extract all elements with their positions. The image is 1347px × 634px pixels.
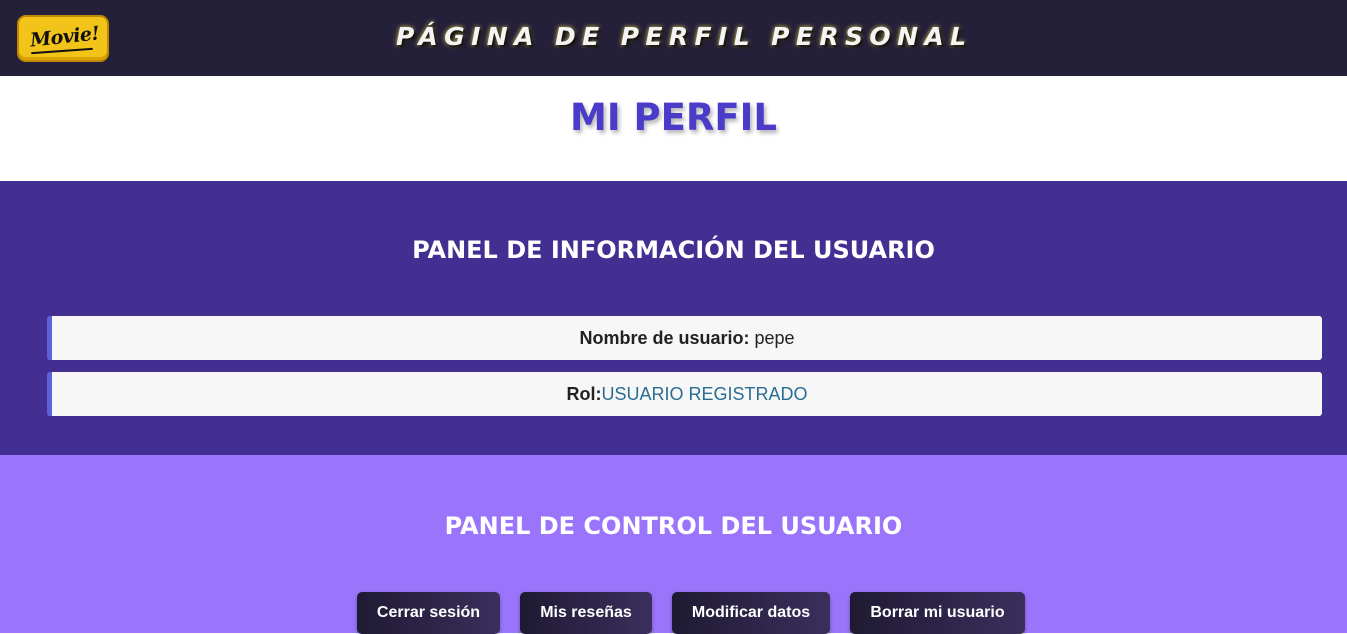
role-value: USUARIO REGISTRADO	[601, 384, 808, 404]
delete-user-button[interactable]: Borrar mi usuario	[850, 592, 1025, 634]
my-reviews-button[interactable]: Mis reseñas	[520, 592, 652, 634]
username-row: Nombre de usuario: pepe	[47, 316, 1322, 360]
role-row: Rol:USUARIO REGISTRADO	[47, 372, 1322, 416]
modify-data-button[interactable]: Modificar datos	[672, 592, 830, 634]
username-label: Nombre de usuario:	[579, 328, 750, 348]
user-info-panel: PANEL DE INFORMACIÓN DEL USUARIO Nombre …	[0, 181, 1347, 455]
header-title: PÁGINA DE PERFIL PERSONAL	[396, 22, 973, 51]
control-panel-title: PANEL DE CONTROL DEL USUARIO	[444, 512, 903, 540]
top-header: Movie! PÁGINA DE PERFIL PERSONAL	[0, 0, 1347, 76]
user-control-panel: PANEL DE CONTROL DEL USUARIO Cerrar sesi…	[0, 455, 1347, 634]
role-label: Rol:	[566, 384, 602, 404]
movie-logo[interactable]: Movie!	[17, 15, 109, 62]
page-title: MI PERFIL	[570, 96, 777, 139]
info-panel-title: PANEL DE INFORMACIÓN DEL USUARIO	[412, 236, 935, 264]
logout-button[interactable]: Cerrar sesión	[357, 592, 500, 634]
username-value: pepe	[754, 328, 795, 348]
